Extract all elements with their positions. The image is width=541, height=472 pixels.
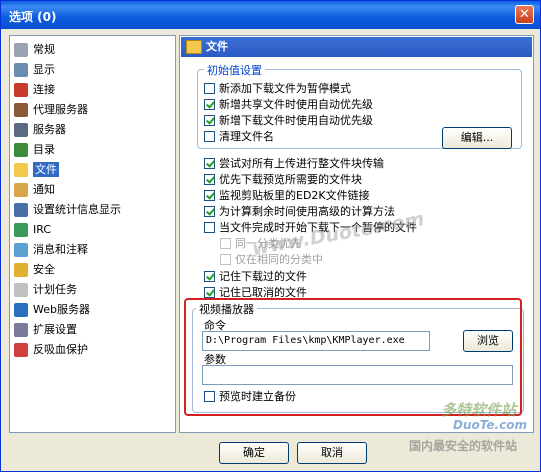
sidebar-item[interactable]: 显示 — [14, 60, 55, 79]
panel-header: 文件 — [181, 37, 532, 57]
sidebar-item[interactable]: 常规 — [14, 40, 55, 59]
sidebar-item[interactable]: 连接 — [14, 80, 55, 99]
sidebar-item[interactable]: 设置统计信息显示 — [14, 200, 121, 219]
checkbox-box — [204, 270, 215, 282]
category-list[interactable]: 常规显示连接代理服务器服务器目录文件通知设置统计信息显示 IRC 消息和注释安全计划… — [9, 35, 176, 433]
sidebar-item-label: 通知 — [33, 183, 55, 196]
title-bar[interactable]: 选项 (0) ✕ — [1, 1, 540, 29]
sidebar-item-label: 文件 — [33, 162, 59, 177]
checkbox-box — [204, 157, 215, 169]
sidebar-item-label: 反吸血保护 — [33, 343, 88, 356]
sidebar-item-label: 消息和注释 — [33, 243, 88, 256]
checkbox-box — [204, 98, 215, 110]
extended-settings-icon — [14, 323, 28, 337]
sidebar-item-label: 目录 — [33, 143, 55, 156]
sidebar-item-label: 常规 — [33, 43, 55, 56]
general-icon — [14, 43, 28, 57]
messages-icon — [14, 243, 28, 257]
irc-icon — [14, 223, 28, 237]
option-label: 优先下载预览所需要的文件块 — [219, 173, 362, 186]
sidebar-item-label: IRC — [33, 223, 52, 236]
sidebar-item-label: 显示 — [33, 63, 55, 76]
proxy-icon — [14, 103, 28, 117]
sidebar-item[interactable]: 计划任务 — [14, 280, 77, 299]
server-icon — [14, 123, 28, 137]
ok-button[interactable]: 确定 — [219, 442, 289, 464]
options-dialog: 选项 (0) ✕ 常规 显示 连接 代理服务器 服务器 目录 文件 通知 设置统计信息显示 IRC… — [0, 0, 541, 472]
option-label: 清理文件名 — [219, 130, 274, 143]
close-button[interactable]: ✕ — [515, 5, 534, 24]
option-checkbox[interactable]: 新增下载文件时使用自动优先级 — [204, 113, 373, 128]
option-checkbox[interactable]: 清理文件名 — [204, 129, 274, 144]
option-checkbox[interactable]: 新增共享文件时使用自动优先级 — [204, 97, 373, 112]
sidebar-item-label: 连接 — [33, 83, 55, 96]
statistics-icon — [14, 203, 28, 217]
option-label: 新增下载文件时使用自动优先级 — [219, 114, 373, 127]
option-label: 尝试对所有上传进行整文件块传输 — [219, 157, 384, 170]
checkbox-box — [204, 114, 215, 126]
folder-icon — [14, 143, 28, 157]
sidebar-item-label: Web服务器 — [33, 303, 90, 316]
defaults-group-title: 初始值设置 — [204, 62, 265, 78]
anti-leech-icon — [14, 343, 28, 357]
panel-header-label: 文件 — [206, 40, 228, 53]
option-label: 为计算剩余时间使用高级的计算方法 — [219, 205, 395, 218]
option-checkbox[interactable]: 记住下载过的文件 — [204, 269, 307, 284]
edit-filename-button[interactable]: 编辑... — [442, 127, 512, 149]
checkbox-box — [204, 286, 215, 298]
option-label: 新添加下载文件为暂停模式 — [219, 82, 351, 95]
checkbox-box — [204, 82, 215, 94]
checkbox-box — [220, 237, 231, 249]
checkbox-box — [220, 253, 231, 265]
corner-watermark-slogan: 国内最安全的软件站 — [409, 439, 518, 453]
option-checkbox[interactable]: 新添加下载文件为暂停模式 — [204, 81, 351, 96]
checkbox-box — [204, 130, 215, 142]
sidebar-item-label: 计划任务 — [33, 283, 77, 296]
sidebar-item[interactable]: 安全 — [14, 260, 55, 279]
sidebar-item-label: 服务器 — [33, 123, 66, 136]
display-icon — [14, 63, 28, 77]
option-checkbox[interactable]: 尝试对所有上传进行整文件块传输 — [204, 156, 384, 171]
sidebar-item-label: 扩展设置 — [33, 323, 77, 336]
sidebar-item-label: 设置统计信息显示 — [33, 203, 121, 216]
connection-icon — [14, 83, 28, 97]
corner-watermark-brand: 多特软件站 — [441, 401, 517, 419]
security-icon — [14, 263, 28, 277]
option-label: 新增共享文件时使用自动优先级 — [219, 98, 373, 111]
option-label: 监视剪贴板里的ED2K文件链接 — [219, 189, 370, 202]
sidebar-item[interactable]: 通知 — [14, 180, 55, 199]
sidebar-item[interactable]: 代理服务器 — [14, 100, 88, 119]
sidebar-item[interactable]: 文件 — [14, 160, 59, 179]
folder-open-icon — [186, 40, 202, 54]
sidebar-item[interactable]: 目录 — [14, 140, 55, 159]
files-icon — [14, 163, 28, 177]
checkbox-box — [204, 205, 215, 217]
sidebar-item-label: 安全 — [33, 263, 55, 276]
option-label: 记住下载过的文件 — [219, 270, 307, 283]
sidebar-item[interactable]: 扩展设置 — [14, 320, 77, 339]
option-checkbox[interactable]: 监视剪贴板里的ED2K文件链接 — [204, 188, 370, 203]
checkbox-box — [204, 173, 215, 185]
cancel-button[interactable]: 取消 — [297, 442, 367, 464]
sidebar-item[interactable]: 反吸血保护 — [14, 340, 88, 359]
checkbox-box — [204, 189, 215, 201]
notification-icon — [14, 183, 28, 197]
checkbox-box — [204, 221, 215, 233]
corner-watermark-url: DuoTe.com — [453, 418, 527, 432]
web-server-icon — [14, 303, 28, 317]
sidebar-item-label: 代理服务器 — [33, 103, 88, 116]
sidebar-item[interactable]: 消息和注释 — [14, 240, 88, 259]
sidebar-item[interactable]: IRC — [14, 220, 51, 239]
scheduler-icon — [14, 283, 28, 297]
option-checkbox[interactable]: 优先下载预览所需要的文件块 — [204, 172, 362, 187]
sidebar-item[interactable]: Web服务器 — [14, 300, 90, 319]
window-title: 选项 (0) — [9, 10, 57, 24]
sidebar-item[interactable]: 服务器 — [14, 120, 66, 139]
